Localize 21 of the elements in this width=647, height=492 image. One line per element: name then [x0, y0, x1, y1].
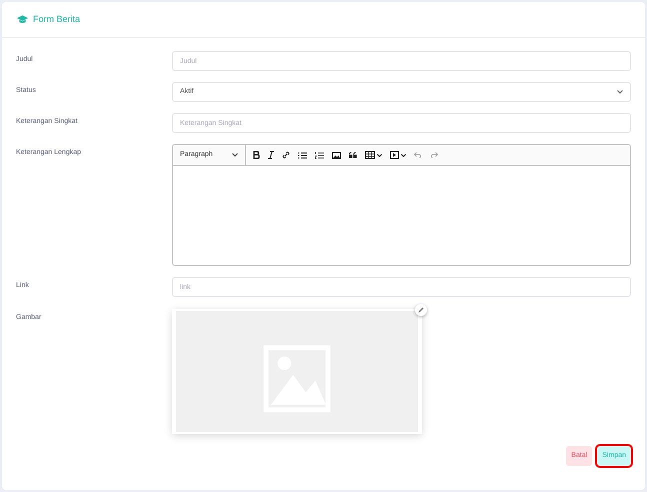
pencil-icon: [418, 307, 424, 313]
chevron-down-icon: [617, 90, 623, 94]
bold-icon[interactable]: [253, 151, 260, 159]
quote-icon[interactable]: [349, 152, 357, 158]
image-icon[interactable]: [332, 152, 341, 158]
media-icon: [390, 151, 399, 159]
chevron-down-icon: [232, 153, 238, 157]
link-icon[interactable]: [282, 151, 290, 159]
edit-image-button[interactable]: [415, 304, 427, 316]
italic-icon[interactable]: [268, 151, 274, 159]
table-dropdown[interactable]: [365, 151, 382, 159]
table-icon: [365, 151, 375, 159]
undo-icon[interactable]: [414, 152, 422, 158]
numbered-list-icon[interactable]: [315, 152, 324, 158]
chevron-down-icon: [401, 154, 406, 156]
card-title: Form Berita: [33, 12, 80, 26]
redo-icon[interactable]: [430, 152, 438, 158]
chevron-down-icon: [377, 154, 382, 156]
graduation-cap-icon: [17, 15, 28, 24]
media-dropdown[interactable]: [390, 151, 406, 159]
bulleted-list-icon[interactable]: [298, 152, 307, 158]
